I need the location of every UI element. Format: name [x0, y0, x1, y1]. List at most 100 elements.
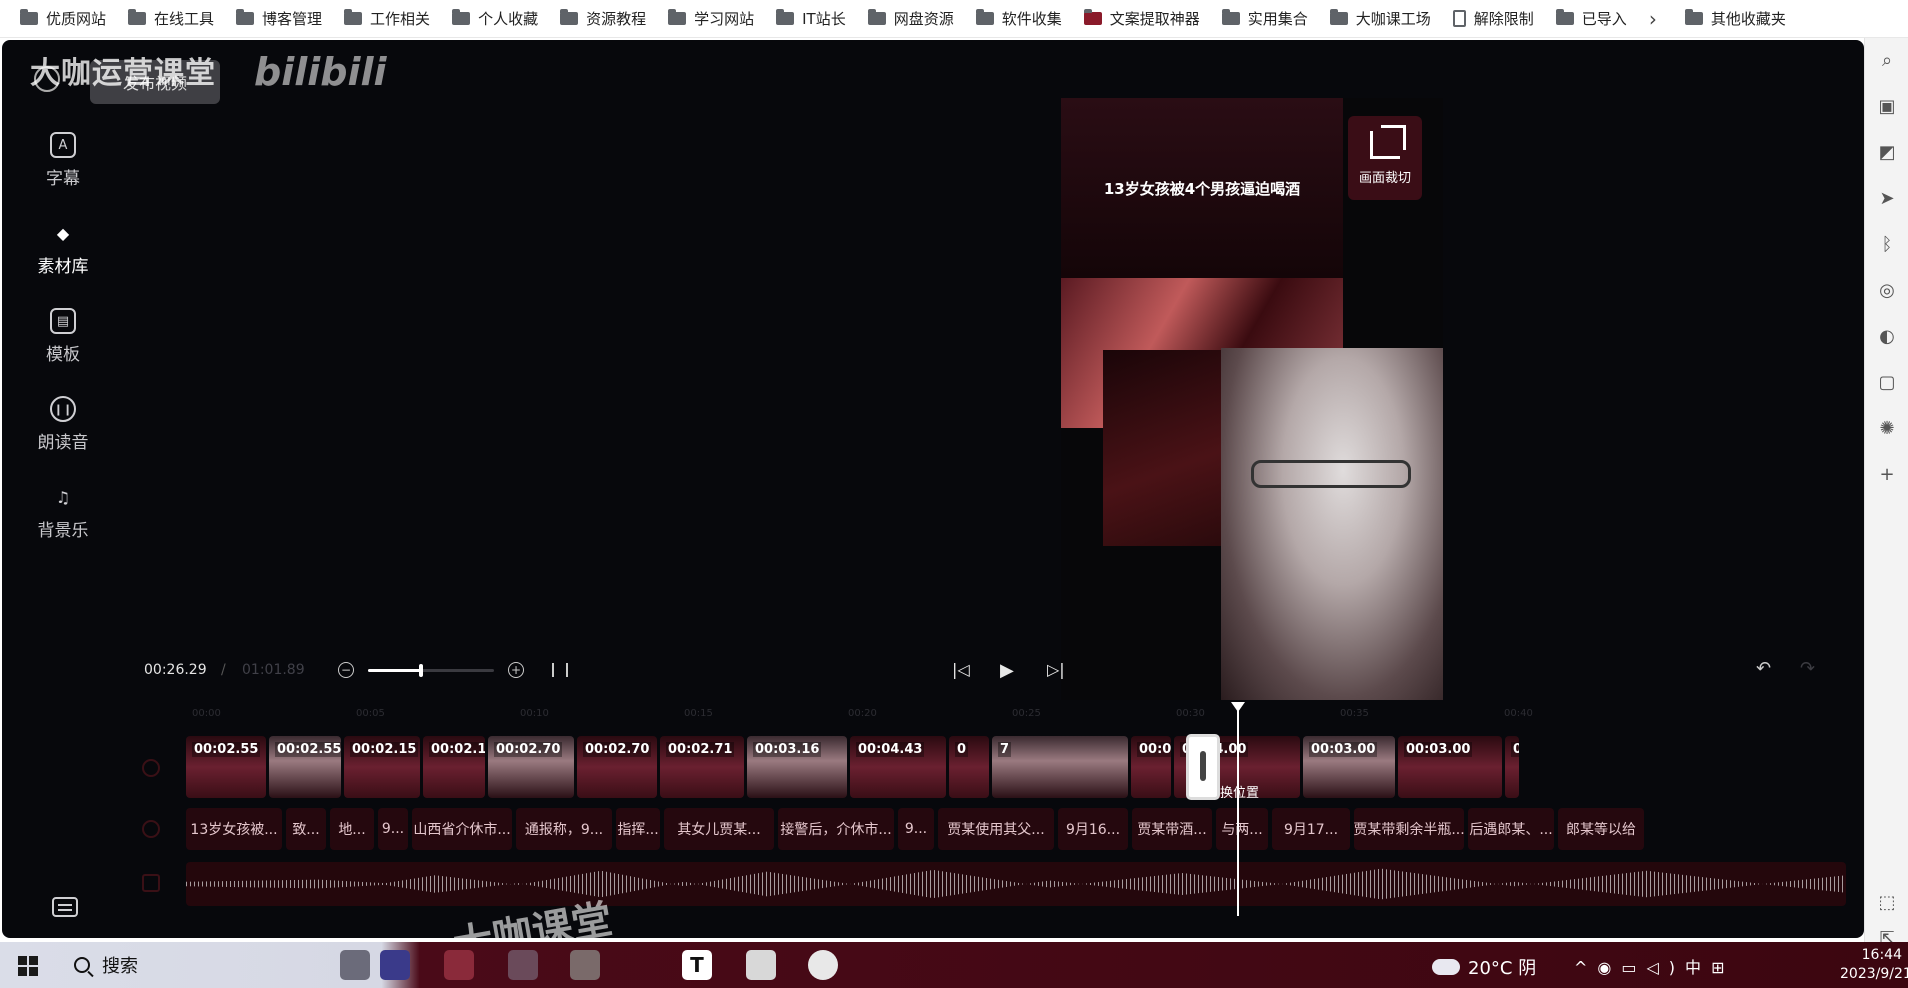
bookmark-item[interactable]: 已导入	[1548, 4, 1635, 34]
next-frame-icon[interactable]: ▷|	[1047, 660, 1065, 679]
subtitle-clip[interactable]: 接警后，介休市...	[778, 808, 894, 850]
zoom-out-icon[interactable]: −	[338, 662, 354, 678]
taskbar-app-avatar-icon[interactable]	[340, 950, 370, 980]
game-icon[interactable]: ▢	[1875, 370, 1899, 394]
rail-item-subtitles[interactable]: A 字幕	[22, 132, 104, 189]
redo-icon[interactable]: ↷	[1800, 658, 1815, 679]
bookmark-item[interactable]: 工作相关	[336, 4, 438, 34]
subtitle-clip[interactable]: 贾某带剩余半瓶...	[1354, 808, 1464, 850]
subtitle-clip[interactable]: 9月17...	[1272, 808, 1350, 850]
video-clip[interactable]: 00:02.55	[186, 736, 266, 798]
system-tray[interactable]: ^◉▭◁)中⊞	[1574, 954, 1734, 978]
playhead[interactable]	[1231, 702, 1245, 916]
crop-button[interactable]: 画面裁切	[1348, 116, 1422, 200]
bookmark-item[interactable]: IT站长	[768, 4, 854, 34]
toolbox-icon[interactable]: ▣	[1875, 94, 1899, 118]
chevron-up-icon[interactable]: ^	[1574, 958, 1597, 977]
bing-icon[interactable]: ᛒ	[1875, 232, 1899, 256]
subtitle-clip[interactable]: 与两...	[1216, 808, 1268, 850]
taskbar-app-icon[interactable]	[570, 950, 600, 980]
video-clip[interactable]: 00:03.00	[1398, 736, 1502, 798]
file-explorer-icon[interactable]	[746, 950, 776, 980]
rail-item-material-library[interactable]: ◆ 素材库	[22, 220, 104, 278]
taskbar-clock[interactable]: 16:44 2023/9/21	[1840, 946, 1908, 984]
circle-app-icon[interactable]: ◐	[1875, 324, 1899, 348]
subtitle-clip[interactable]: 山西省介休市...	[412, 808, 512, 850]
rail-item-background-music[interactable]: ♫ 背景乐	[22, 484, 104, 542]
fit-timeline-icon[interactable]	[552, 663, 568, 677]
rail-item-voiceover[interactable]: ❙❙ 朗读音	[22, 396, 104, 453]
network-icon[interactable]: ▭	[1621, 958, 1646, 977]
flower-app-icon[interactable]	[808, 950, 838, 980]
screenshot-icon[interactable]: ⬚	[1875, 890, 1899, 914]
typora-icon[interactable]: T	[682, 950, 712, 980]
taskbar-app-icon[interactable]	[444, 950, 474, 980]
subtitle-clip[interactable]: 9月16...	[1058, 808, 1128, 850]
bookmark-item[interactable]: 个人收藏	[444, 4, 546, 34]
video-clip[interactable]: 00:02.15	[344, 736, 420, 798]
add-icon[interactable]: +	[1875, 462, 1899, 486]
video-clip[interactable]: 00:02.55	[269, 736, 341, 798]
ime-indicator[interactable]: 中	[1685, 958, 1711, 977]
subtitle-clip[interactable]: 地...	[330, 808, 374, 850]
ime-mode-icon[interactable]: ⊞	[1711, 958, 1734, 977]
search-tool-icon[interactable]: ◎	[1875, 278, 1899, 302]
bookmark-item[interactable]: 学习网站	[660, 4, 762, 34]
subtitle-clip[interactable]: 其女儿贾某...	[664, 808, 774, 850]
zoom-in-icon[interactable]: +	[508, 662, 524, 678]
subtitle-clip[interactable]: 13岁女孩被...	[186, 808, 282, 850]
subtitle-clip[interactable]: 郎某等以给	[1558, 808, 1644, 850]
bookmark-item[interactable]: 在线工具	[120, 4, 222, 34]
bookmarks-overflow-button[interactable]: ›	[1641, 4, 1665, 34]
rail-item-templates[interactable]: ▤ 模板	[22, 308, 104, 365]
previous-frame-icon[interactable]: |◁	[952, 660, 970, 679]
outlook-icon[interactable]: ◩	[1875, 140, 1899, 164]
bookmark-item[interactable]: 文案提取神器	[1076, 4, 1208, 34]
video-clip[interactable]: 0	[1505, 736, 1519, 798]
video-clip[interactable]: 00:02.70	[488, 736, 574, 798]
subtitle-clip[interactable]: 指挥...	[616, 808, 660, 850]
taskbar-app-icon[interactable]	[380, 950, 410, 980]
subtitle-list-icon[interactable]	[52, 897, 78, 917]
play-icon[interactable]: ▶	[1000, 660, 1014, 681]
search-icon[interactable]: ⌕	[1875, 48, 1899, 72]
bookmark-item[interactable]: 解除限制	[1445, 4, 1542, 34]
send-icon[interactable]: ➤	[1875, 186, 1899, 210]
bookmark-item[interactable]: 优质网站	[12, 4, 114, 34]
zoom-slider-handle[interactable]	[418, 664, 423, 677]
swap-handle[interactable]	[1186, 734, 1220, 800]
video-clip[interactable]: 0	[949, 736, 989, 798]
subtitle-clip[interactable]: 9...	[378, 808, 408, 850]
zoom-slider[interactable]	[368, 664, 494, 677]
subtitle-clip[interactable]: 通报称，9...	[516, 808, 612, 850]
video-clip[interactable]: 00:02.71	[660, 736, 744, 798]
video-clip[interactable]: 00:04.43	[850, 736, 946, 798]
bookmark-item[interactable]: 大咖课工场	[1322, 4, 1439, 34]
bookmark-item[interactable]: 博客管理	[228, 4, 330, 34]
subtitle-track[interactable]: 13岁女孩被... 致... 地... 9... 山西省介休市... 通报称，9... 指挥…	[186, 808, 1846, 850]
subtitle-clip[interactable]: 致...	[286, 808, 326, 850]
video-clip[interactable]: 00:03.00	[1303, 736, 1395, 798]
subtitle-clip[interactable]: 9...	[898, 808, 934, 850]
bookmark-item[interactable]: 网盘资源	[860, 4, 962, 34]
audio-track[interactable]	[186, 862, 1846, 906]
other-bookmarks[interactable]: 其他收藏夹	[1677, 4, 1794, 34]
weather-widget[interactable]: 20°C 阴	[1432, 954, 1536, 980]
bookmark-item[interactable]: 实用集合	[1214, 4, 1316, 34]
subtitle-clip[interactable]: 贾某使用其父...	[938, 808, 1054, 850]
video-clip[interactable]: 00:01	[1131, 736, 1171, 798]
settings-app-icon[interactable]: ✺	[1875, 416, 1899, 440]
video-clip[interactable]: 00:02.15	[423, 736, 485, 798]
undo-icon[interactable]: ↶	[1756, 658, 1771, 679]
timeline-ruler[interactable]: 00:00 00:05 00:10 00:15 00:20 00:25 00:30 00:35…	[192, 708, 1852, 724]
bookmark-item[interactable]: 软件收集	[968, 4, 1070, 34]
video-clip[interactable]: 00:02.70	[577, 736, 657, 798]
volume-icon[interactable]: ◁)	[1647, 958, 1686, 977]
bookmark-item[interactable]: 资源教程	[552, 4, 654, 34]
video-clip[interactable]: 7	[992, 736, 1128, 798]
windows-start-icon[interactable]	[18, 956, 38, 976]
subtitle-clip[interactable]: 后遇郎某、...	[1468, 808, 1554, 850]
video-clip[interactable]: 00:03.16	[747, 736, 847, 798]
taskbar-app-icon[interactable]	[508, 950, 538, 980]
record-icon[interactable]: ◉	[1597, 958, 1621, 977]
